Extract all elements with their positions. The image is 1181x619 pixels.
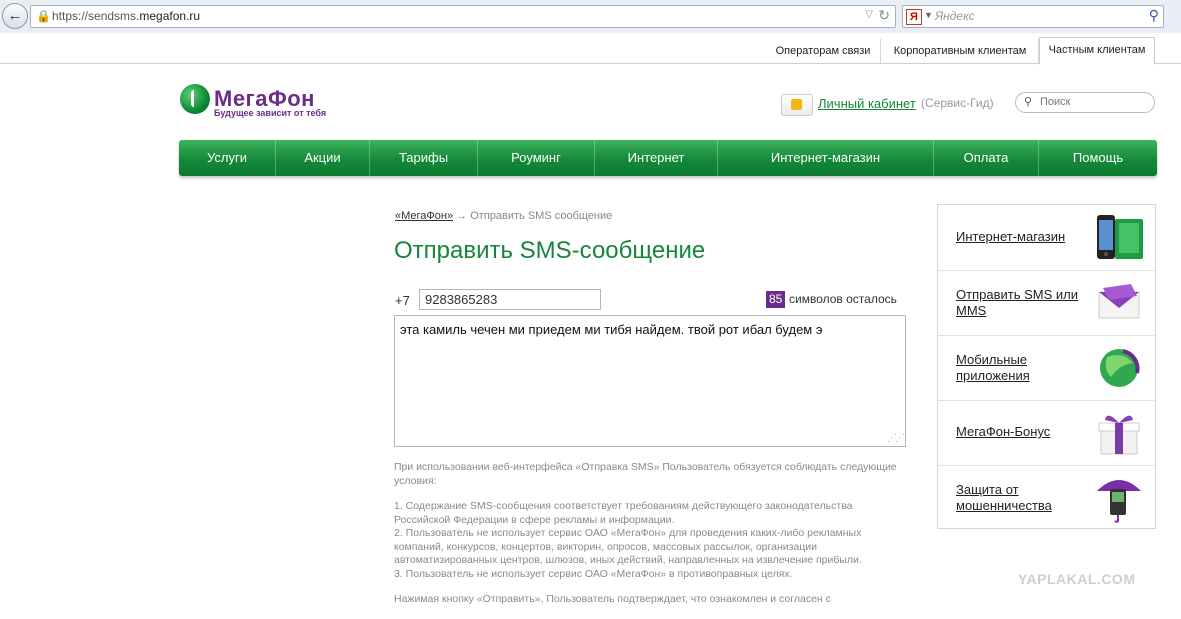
envelope-icon: [1098, 284, 1140, 319]
resize-handle-icon[interactable]: ⋰⋰: [887, 433, 905, 444]
sidebar-item-label[interactable]: МегаФон-Бонус: [956, 424, 1081, 440]
terms-item: 3. Пользователь не использует сервис ОАО…: [394, 567, 793, 580]
phone-number-input[interactable]: 9283865283: [419, 289, 601, 310]
message-textarea[interactable]: эта камиль чечен ми приедем ми тибя найд…: [394, 315, 906, 447]
tab-operators[interactable]: Операторам связи: [766, 39, 881, 63]
sidebar: Интернет-магазин Отправить SMS или MMS М…: [937, 204, 1156, 529]
service-guide-label: (Сервис-Гид): [921, 96, 994, 110]
url-dropdown-icon[interactable]: ▽: [865, 9, 873, 20]
sidebar-item-fraud[interactable]: Защита от мошенничества: [938, 465, 1155, 530]
globe-icon: [1100, 349, 1140, 387]
personal-cabinet-link[interactable]: Личный кабинет: [818, 96, 916, 111]
page-title: Отправить SMS-сообщение: [394, 237, 706, 264]
logo-slogan: Будущее зависит от тебя: [214, 108, 327, 118]
message-text: эта камиль чечен ми приедем ми тибя найд…: [400, 322, 823, 337]
logo-mark-icon: [180, 84, 210, 114]
search-icon[interactable]: ⚲: [1149, 7, 1159, 24]
url-text[interactable]: https://sendsms.megafon.ru: [52, 9, 200, 23]
sidebar-item-label[interactable]: Интернет-магазин: [956, 229, 1081, 245]
terms-intro: При использовании веб-интерфейса «Отправ…: [394, 461, 897, 487]
engine-dropdown-icon[interactable]: ▼: [924, 10, 933, 20]
umbrella-phone-icon: [1097, 480, 1141, 523]
sidebar-item-label[interactable]: Мобильные приложения: [956, 352, 1081, 384]
audience-tabs: Операторам связи Корпоративным клиентам …: [0, 33, 1181, 65]
chars-left-label: символов осталось: [789, 292, 897, 306]
nav-item-internet[interactable]: Интернет: [595, 140, 718, 176]
terms-footer: Нажимая кнопку «Отправить», Пользователь…: [394, 593, 831, 605]
gift-box-icon: [1098, 415, 1140, 455]
nav-item-promos[interactable]: Акции: [276, 140, 370, 176]
browser-search-placeholder[interactable]: Яндекс: [935, 9, 975, 23]
chars-left-badge: 85: [766, 291, 786, 308]
site-search[interactable]: ⚲: [1015, 92, 1155, 113]
back-arrow-icon[interactable]: ←: [2, 3, 28, 29]
terms-item: 1. Содержание SMS-сообщения соответствуе…: [394, 500, 853, 526]
main-nav: Услуги Акции Тарифы Роуминг Интернет Инт…: [179, 140, 1157, 176]
browser-search-box[interactable]: Я ▼ Яндекс ⚲: [902, 5, 1164, 28]
sidebar-item-shop[interactable]: Интернет-магазин: [938, 205, 1155, 271]
sidebar-item-apps[interactable]: Мобильные приложения: [938, 335, 1155, 401]
nav-item-services[interactable]: Услуги: [179, 140, 276, 176]
terms-item: 2. Пользователь не использует сервис ОАО…: [394, 527, 862, 566]
nav-item-shop[interactable]: Интернет-магазин: [718, 140, 934, 176]
address-bar[interactable]: 🔒 https://sendsms.megafon.ru ▽ ↻: [30, 5, 896, 28]
sim-card-icon: [781, 94, 813, 116]
sidebar-item-bonus[interactable]: МегаФон-Бонус: [938, 400, 1155, 466]
breadcrumb-current: Отправить SMS сообщение: [470, 210, 613, 222]
breadcrumb-arrow: →: [456, 210, 468, 222]
phone-box-icon: [1097, 215, 1143, 259]
nav-item-payment[interactable]: Оплата: [934, 140, 1039, 176]
search-icon: ⚲: [1024, 96, 1033, 108]
sidebar-item-sms[interactable]: Отправить SMS или MMS: [938, 270, 1155, 336]
watermark: YAPLAKAL.COM: [1018, 571, 1136, 587]
site-search-input[interactable]: [1040, 95, 1140, 109]
browser-toolbar: ← 🔒 https://sendsms.megafon.ru ▽ ↻ Я ▼ Я…: [0, 0, 1181, 34]
yandex-icon[interactable]: Я: [906, 9, 922, 25]
nav-item-roaming[interactable]: Роуминг: [478, 140, 595, 176]
tab-corporate[interactable]: Корпоративным клиентам: [882, 39, 1039, 63]
lock-icon: 🔒: [36, 9, 51, 23]
sidebar-item-label[interactable]: Защита от мошенничества: [956, 482, 1081, 514]
nav-item-tariffs[interactable]: Тарифы: [370, 140, 478, 176]
breadcrumb: «МегаФон» → Отправить SMS сообщение: [395, 210, 612, 222]
terms-list: 1. Содержание SMS-сообщения соответствуе…: [394, 500, 904, 581]
terms-text: При использовании веб-интерфейса «Отправ…: [394, 461, 904, 619]
breadcrumb-home-link[interactable]: «МегаФон»: [395, 210, 453, 222]
nav-item-help[interactable]: Помощь: [1039, 140, 1157, 176]
country-code-label: +7: [395, 293, 410, 308]
tab-private[interactable]: Частным клиентам: [1039, 37, 1155, 65]
reload-icon[interactable]: ↻: [878, 7, 890, 24]
sidebar-item-label[interactable]: Отправить SMS или MMS: [956, 287, 1081, 319]
